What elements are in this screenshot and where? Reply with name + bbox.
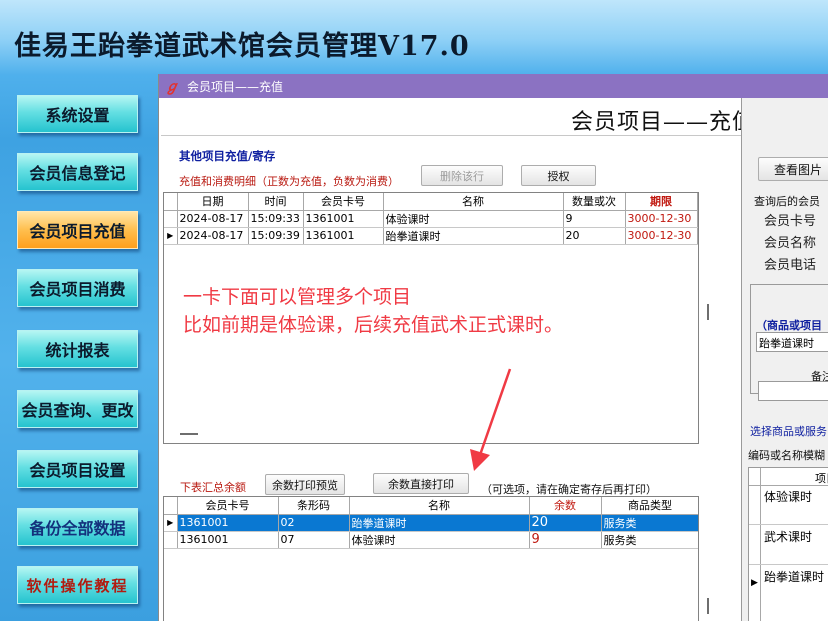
table-row[interactable]: ▶ 1361001 02 跆拳道课时 20 服务类 bbox=[164, 514, 698, 532]
column-header-name[interactable]: 名称 bbox=[349, 497, 530, 515]
lower-grid-scroll-thumb[interactable] bbox=[707, 598, 709, 614]
cell-time[interactable]: 15:09:33 bbox=[248, 210, 304, 228]
authorize-button[interactable]: 授权 bbox=[521, 165, 596, 186]
cell-card[interactable]: 1361001 bbox=[177, 531, 279, 549]
list-item[interactable]: 跆拳道课时 bbox=[764, 568, 824, 585]
form-header: 会员项目——充值 bbox=[571, 110, 756, 135]
product-section-title: （商品或项目 bbox=[756, 319, 822, 332]
list-item[interactable]: 体验课时 bbox=[764, 488, 812, 505]
current-row-pointer-icon[interactable]: ▶ bbox=[751, 578, 758, 588]
print-hint: （可选项，请在确定寄存后再打印） bbox=[481, 483, 657, 496]
window-titlebar: ℊ 会员项目——充值 bbox=[159, 74, 828, 98]
cell-deadline[interactable]: 3000-12-30 bbox=[625, 227, 698, 245]
row-indicator[interactable] bbox=[164, 210, 178, 228]
cell-name[interactable]: 跆拳道课时 bbox=[383, 227, 564, 245]
app-logo-icon: ℊ bbox=[165, 79, 179, 95]
list-header[interactable]: 项目 bbox=[815, 470, 828, 486]
product-list: 项目 体验课时 武术课时 跆拳道课时 ▶ bbox=[748, 467, 828, 621]
cell-name[interactable]: 跆拳道课时 bbox=[349, 514, 530, 532]
cell-qty[interactable]: 20 bbox=[563, 227, 626, 245]
nav-member-recharge-button[interactable]: 会员项目充值 bbox=[17, 211, 138, 249]
view-image-button[interactable]: 查看图片 bbox=[758, 157, 828, 181]
member-phone-label: 会员电话 bbox=[764, 258, 817, 273]
row-indicator-header bbox=[164, 497, 178, 515]
annotation-arrow-icon bbox=[470, 368, 512, 471]
cell-card[interactable]: 1361001 bbox=[177, 514, 279, 532]
column-header-qty[interactable]: 数量或次 bbox=[563, 193, 626, 211]
column-header-balance[interactable]: 余数 bbox=[529, 497, 602, 515]
list-indicator-column bbox=[749, 468, 761, 621]
balance-summary-grid: 会员卡号 条形码 名称 余数 商品类型 ▶ 1361001 02 跆拳道课时 2… bbox=[163, 496, 699, 621]
cell-date[interactable]: 2024-08-17 bbox=[177, 210, 249, 228]
current-row-pointer-icon[interactable]: ▶ bbox=[164, 227, 178, 245]
column-header-date[interactable]: 日期 bbox=[177, 193, 249, 211]
cell-barcode[interactable]: 02 bbox=[278, 514, 350, 532]
nav-item-settings-button[interactable]: 会员项目设置 bbox=[17, 450, 138, 488]
row-indicator[interactable] bbox=[164, 531, 178, 549]
direct-print-button[interactable]: 余数直接打印 bbox=[373, 473, 469, 494]
list-item[interactable]: 武术课时 bbox=[764, 528, 812, 545]
right-member-panel: 查看图片 查询后的会员 会员卡号 会员名称 会员电话 （商品或项目 跆拳道课时 … bbox=[741, 98, 828, 621]
cell-name[interactable]: 体验课时 bbox=[349, 531, 530, 549]
grid-header-row: 会员卡号 条形码 名称 余数 商品类型 bbox=[164, 497, 698, 515]
row-indicator-header bbox=[164, 193, 178, 211]
search-label: 编码或名称模糊 bbox=[748, 449, 825, 462]
window-title: 会员项目——充值 bbox=[187, 79, 284, 94]
header-divider bbox=[161, 135, 828, 136]
cell-balance[interactable]: 9 bbox=[529, 531, 602, 549]
upper-grid-hscrollbar[interactable] bbox=[180, 433, 198, 435]
query-result-label: 查询后的会员 bbox=[754, 195, 820, 208]
column-header-card[interactable]: 会员卡号 bbox=[177, 497, 279, 515]
current-row-pointer-icon[interactable]: ▶ bbox=[164, 514, 178, 532]
list-divider bbox=[749, 564, 828, 565]
cell-balance[interactable]: 20 bbox=[529, 514, 602, 532]
cell-qty[interactable]: 9 bbox=[563, 210, 626, 228]
member-card-label: 会员卡号 bbox=[764, 214, 817, 229]
cell-barcode[interactable]: 07 bbox=[278, 531, 350, 549]
member-name-label: 会员名称 bbox=[764, 236, 817, 251]
table-row[interactable]: 2024-08-17 15:09:33 1361001 体验课时 9 3000-… bbox=[164, 210, 698, 228]
nav-backup-data-button[interactable]: 备份全部数据 bbox=[17, 508, 138, 546]
column-header-deadline[interactable]: 期限 bbox=[625, 193, 698, 211]
nav-system-settings-button[interactable]: 系统设置 bbox=[17, 95, 138, 133]
nav-member-registration-button[interactable]: 会员信息登记 bbox=[17, 153, 138, 191]
cell-date[interactable]: 2024-08-17 bbox=[177, 227, 249, 245]
nav-statistics-report-button[interactable]: 统计报表 bbox=[17, 330, 138, 368]
cell-type[interactable]: 服务类 bbox=[601, 531, 698, 549]
detail-label: 充值和消费明细（正数为充值，负数为消费） bbox=[179, 175, 399, 188]
nav-member-consumption-button[interactable]: 会员项目消费 bbox=[17, 269, 138, 307]
app-title: 佳易王跆拳道武术馆会员管理V17.0 bbox=[14, 31, 470, 62]
cell-time[interactable]: 15:09:39 bbox=[248, 227, 304, 245]
remark-input[interactable] bbox=[758, 381, 828, 401]
grid-header-row: 日期 时间 会员卡号 名称 数量或次 期限 bbox=[164, 193, 698, 211]
table-row[interactable]: 1361001 07 体验课时 9 服务类 bbox=[164, 531, 698, 549]
annotation-line-2: 比如前期是体验课，后续充值武术正式课时。 bbox=[183, 314, 564, 336]
column-header-time[interactable]: 时间 bbox=[248, 193, 304, 211]
annotation-text: 一卡下面可以管理多个项目 比如前期是体验课，后续充值武术正式课时。 bbox=[183, 283, 563, 339]
list-divider bbox=[749, 524, 828, 525]
column-header-type[interactable]: 商品类型 bbox=[601, 497, 698, 515]
delete-row-button[interactable]: 删除该行 bbox=[421, 165, 503, 186]
cell-deadline[interactable]: 3000-12-30 bbox=[625, 210, 698, 228]
upper-grid-scroll-thumb[interactable] bbox=[707, 304, 709, 320]
annotation-line-1: 一卡下面可以管理多个项目 bbox=[183, 286, 412, 308]
section-title: 其他项目充值/寄存 bbox=[179, 149, 276, 163]
product-field[interactable]: 跆拳道课时 bbox=[756, 332, 828, 352]
nav-member-query-button[interactable]: 会员查询、更改 bbox=[17, 390, 138, 428]
table-row[interactable]: ▶ 2024-08-17 15:09:39 1361001 跆拳道课时 20 3… bbox=[164, 227, 698, 245]
print-preview-button[interactable]: 余数打印预览 bbox=[265, 474, 345, 495]
column-header-barcode[interactable]: 条形码 bbox=[278, 497, 350, 515]
cell-card[interactable]: 1361001 bbox=[303, 210, 384, 228]
summary-label: 下表汇总余额 bbox=[180, 481, 246, 494]
cell-name[interactable]: 体验课时 bbox=[383, 210, 564, 228]
column-header-card[interactable]: 会员卡号 bbox=[303, 193, 384, 211]
cell-card[interactable]: 1361001 bbox=[303, 227, 384, 245]
select-product-label: 选择商品或服务 bbox=[750, 425, 827, 438]
column-header-name[interactable]: 名称 bbox=[383, 193, 564, 211]
window-content: 会员项目——充值 其他项目充值/寄存 充值和消费明细（正数为充值，负数为消费） … bbox=[159, 98, 828, 621]
recharge-window: ℊ 会员项目——充值 会员项目——充值 其他项目充值/寄存 充值和消费明细（正数… bbox=[158, 74, 828, 621]
cell-type[interactable]: 服务类 bbox=[601, 514, 698, 532]
nav-tutorial-button[interactable]: 软件操作教程 bbox=[17, 566, 138, 604]
